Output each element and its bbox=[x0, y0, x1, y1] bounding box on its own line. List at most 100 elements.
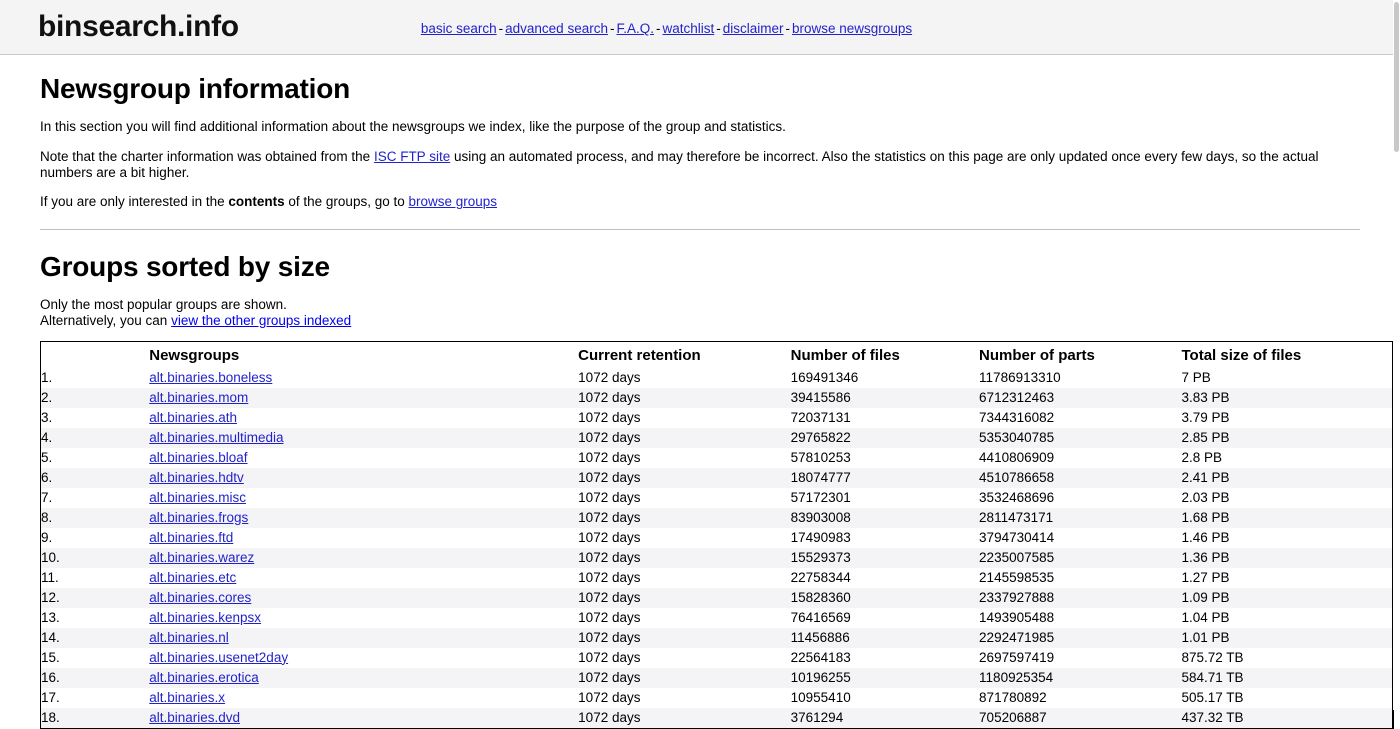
cell-idx: 8. bbox=[41, 509, 53, 525]
nav-link-watchlist[interactable]: watchlist bbox=[662, 21, 714, 36]
contents-mid: of the groups, go to bbox=[284, 194, 409, 210]
cell-size: 875.72 TB bbox=[1181, 649, 1244, 665]
table-row: 10. alt.binaries.warez 1072 days 15529373 22… bbox=[41, 547, 1392, 568]
cell-name[interactable]: alt.binaries.ftd bbox=[149, 528, 578, 548]
cell-retention: 1072 days bbox=[578, 429, 641, 445]
cell-idx: 4. bbox=[41, 429, 53, 445]
cell-parts: 2145598535 bbox=[979, 569, 1055, 585]
groups-note-prefix: Alternatively, you can bbox=[40, 312, 172, 328]
cell-name[interactable]: alt.binaries.hdtv bbox=[149, 468, 578, 488]
newsgroup-link[interactable]: alt.binaries.multimedia bbox=[149, 430, 283, 445]
contents-paragraph: If you are only interested in the conten… bbox=[40, 194, 1362, 210]
other-groups-indexed-link[interactable]: view the other groups indexed bbox=[171, 313, 351, 328]
newsgroup-link[interactable]: alt.binaries.cores bbox=[149, 590, 251, 605]
cell-size: 1.04 PB bbox=[1181, 609, 1230, 625]
cell-size: 2.85 PB bbox=[1181, 429, 1230, 445]
cell-name[interactable]: alt.binaries.x bbox=[149, 688, 578, 708]
newsgroup-link[interactable]: alt.binaries.warez bbox=[149, 550, 254, 565]
newsgroup-link[interactable]: alt.binaries.kenpsx bbox=[149, 610, 261, 625]
cell-name[interactable]: alt.binaries.dvd bbox=[149, 708, 578, 728]
cell-idx: 9. bbox=[41, 529, 53, 545]
cell-name[interactable]: alt.binaries.frogs bbox=[149, 508, 578, 528]
cell-parts: 2811473171 bbox=[979, 509, 1054, 525]
cell-files: 18074777 bbox=[790, 469, 851, 485]
cell-name[interactable]: alt.binaries.etc bbox=[149, 568, 578, 588]
nav-link-faq[interactable]: F.A.Q. bbox=[616, 21, 654, 36]
table-row: 3. alt.binaries.ath 1072 days 72037131 73443… bbox=[41, 407, 1392, 428]
cell-files: 22758344 bbox=[790, 569, 851, 585]
cell-name[interactable]: alt.binaries.nl bbox=[149, 628, 578, 648]
newsgroup-link[interactable]: alt.binaries.hdtv bbox=[149, 470, 244, 485]
cell-name[interactable]: alt.binaries.cores bbox=[149, 588, 578, 608]
nav-link-basic-search[interactable]: basic search bbox=[421, 21, 497, 36]
newsgroup-link[interactable]: alt.binaries.misc bbox=[149, 490, 246, 505]
table-row: 6. alt.binaries.hdtv 1072 days 18074777 4510… bbox=[41, 467, 1392, 488]
nav-separator: - bbox=[716, 21, 721, 36]
column-header-newsgroups: Newsgroups bbox=[149, 341, 579, 368]
newsgroup-link[interactable]: alt.binaries.dvd bbox=[149, 710, 240, 725]
cell-name[interactable]: alt.binaries.ath bbox=[149, 408, 578, 428]
cell-name[interactable]: alt.binaries.kenpsx bbox=[149, 608, 578, 628]
newsgroup-link[interactable]: alt.binaries.frogs bbox=[149, 510, 248, 525]
page-scrollbar[interactable] bbox=[1393, 0, 1400, 710]
cell-name[interactable]: alt.binaries.boneless bbox=[149, 368, 578, 388]
newsgroup-link[interactable]: alt.binaries.etc bbox=[149, 570, 236, 585]
cell-parts: 4410806909 bbox=[979, 449, 1055, 465]
newsgroup-link[interactable]: alt.binaries.boneless bbox=[149, 370, 272, 385]
cell-idx: 14. bbox=[41, 629, 60, 645]
cell-parts: 5353040785 bbox=[979, 429, 1055, 445]
newsgroup-link[interactable]: alt.binaries.nl bbox=[149, 630, 229, 645]
cell-size: 1.01 PB bbox=[1181, 629, 1230, 645]
groups-note-line-1: Only the most popular groups are shown. bbox=[40, 297, 287, 313]
section-divider bbox=[40, 229, 1360, 231]
cell-parts: 3532468696 bbox=[979, 489, 1055, 505]
table-row: 4. alt.binaries.multimedia 1072 days 297658… bbox=[41, 427, 1392, 448]
newsgroup-link[interactable]: alt.binaries.mom bbox=[149, 390, 248, 405]
newsgroup-link[interactable]: alt.binaries.x bbox=[149, 690, 225, 705]
cell-idx: 16. bbox=[41, 669, 60, 685]
table-row: 13. alt.binaries.kenpsx 1072 days 76416569 1… bbox=[41, 607, 1392, 628]
cell-size: 2.8 PB bbox=[1181, 449, 1223, 465]
cell-idx: 7. bbox=[41, 489, 53, 505]
browse-groups-link[interactable]: browse groups bbox=[408, 194, 497, 209]
cell-retention: 1072 days bbox=[578, 689, 641, 705]
newsgroup-link[interactable]: alt.binaries.erotica bbox=[149, 670, 259, 685]
newsgroup-link[interactable]: alt.binaries.bloaf bbox=[149, 450, 247, 465]
isc-ftp-site-link[interactable]: ISC FTP site bbox=[374, 149, 450, 164]
nav-link-advanced-search[interactable]: advanced search bbox=[505, 21, 608, 36]
page-content: Newsgroup information In this section yo… bbox=[0, 73, 1400, 729]
groups-table-head: Newsgroups Current retention Number of f… bbox=[41, 341, 1392, 368]
cell-idx: 17. bbox=[41, 689, 60, 705]
nav-link-disclaimer[interactable]: disclaimer bbox=[723, 21, 784, 36]
cell-files: 15828360 bbox=[790, 589, 851, 605]
cell-name[interactable]: alt.binaries.misc bbox=[149, 488, 578, 508]
cell-parts: 3794730414 bbox=[979, 529, 1055, 545]
cell-name[interactable]: alt.binaries.warez bbox=[149, 548, 578, 568]
nav-link-browse-newsgroups[interactable]: browse newsgroups bbox=[792, 21, 912, 36]
cell-name[interactable]: alt.binaries.usenet2day bbox=[149, 648, 578, 668]
cell-files: 15529373 bbox=[790, 549, 851, 565]
cell-name[interactable]: alt.binaries.erotica bbox=[149, 668, 578, 688]
cell-retention: 1072 days bbox=[578, 369, 641, 385]
cell-files: 17490983 bbox=[790, 529, 851, 545]
cell-name[interactable]: alt.binaries.bloaf bbox=[149, 448, 578, 468]
cell-parts: 6712312463 bbox=[979, 389, 1055, 405]
cell-files: 10196255 bbox=[790, 669, 851, 685]
cell-name[interactable]: alt.binaries.multimedia bbox=[149, 428, 578, 448]
cell-size: 7 PB bbox=[1181, 369, 1211, 385]
table-row: 1. alt.binaries.boneless 1072 days 16949134… bbox=[41, 367, 1392, 388]
scrollbar-thumb[interactable] bbox=[1394, 2, 1399, 152]
cell-retention: 1072 days bbox=[578, 489, 641, 505]
column-header-retention: Current retention bbox=[578, 341, 791, 368]
newsgroup-link[interactable]: alt.binaries.usenet2day bbox=[149, 650, 288, 665]
cell-size: 505.17 TB bbox=[1181, 689, 1244, 705]
column-header-parts: Number of parts bbox=[979, 341, 1182, 368]
newsgroup-link[interactable]: alt.binaries.ftd bbox=[149, 530, 233, 545]
cell-name[interactable]: alt.binaries.mom bbox=[149, 388, 578, 408]
table-header-row: Newsgroups Current retention Number of f… bbox=[41, 341, 1392, 368]
newsgroup-link[interactable]: alt.binaries.ath bbox=[149, 410, 237, 425]
charter-note-prefix: Note that the charter information was ob… bbox=[40, 148, 374, 164]
cell-files: 10955410 bbox=[790, 689, 851, 705]
cell-size: 437.32 TB bbox=[1181, 709, 1244, 725]
cell-parts: 871780892 bbox=[979, 689, 1047, 705]
